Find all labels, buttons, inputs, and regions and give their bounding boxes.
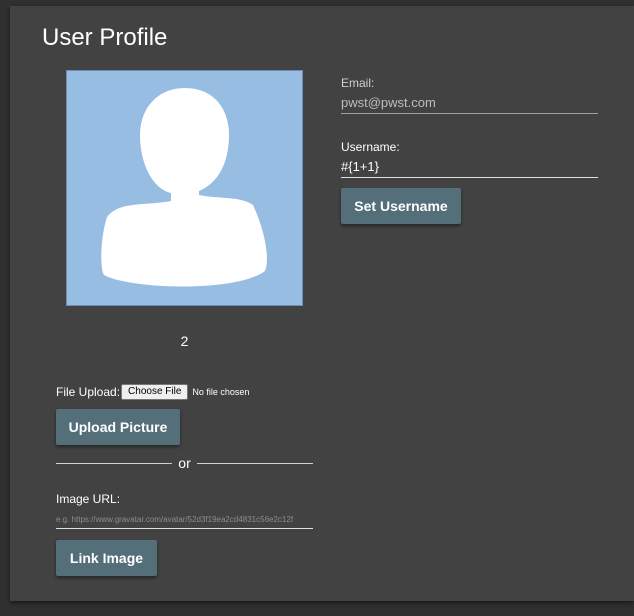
email-field: [341, 92, 598, 114]
link-image-button[interactable]: Link Image: [56, 540, 157, 576]
image-url-label: Image URL:: [56, 492, 121, 506]
user-silhouette-icon: [101, 88, 267, 287]
avatar-counter: 2: [180, 333, 189, 349]
set-username-button[interactable]: Set Username: [341, 188, 461, 224]
file-upload-row: File Upload: Choose File No file chosen: [56, 384, 249, 400]
page-title: User Profile: [42, 24, 168, 51]
or-divider: or: [56, 454, 314, 472]
image-url-input[interactable]: [56, 511, 313, 529]
divider-line-right: [196, 462, 314, 464]
file-upload-label: File Upload:: [56, 385, 121, 399]
upload-picture-button[interactable]: Upload Picture: [56, 409, 180, 445]
divider-line-left: [56, 462, 173, 464]
divider-text: or: [178, 455, 191, 471]
avatar: [66, 70, 303, 306]
profile-card: User Profile 2 File Upload: Choose File …: [10, 6, 634, 601]
username-field[interactable]: [341, 156, 598, 178]
username-label: Username:: [341, 140, 400, 154]
file-status: No file chosen: [192, 387, 250, 397]
email-label: Email:: [341, 76, 375, 90]
choose-file-button[interactable]: Choose File: [121, 384, 189, 400]
